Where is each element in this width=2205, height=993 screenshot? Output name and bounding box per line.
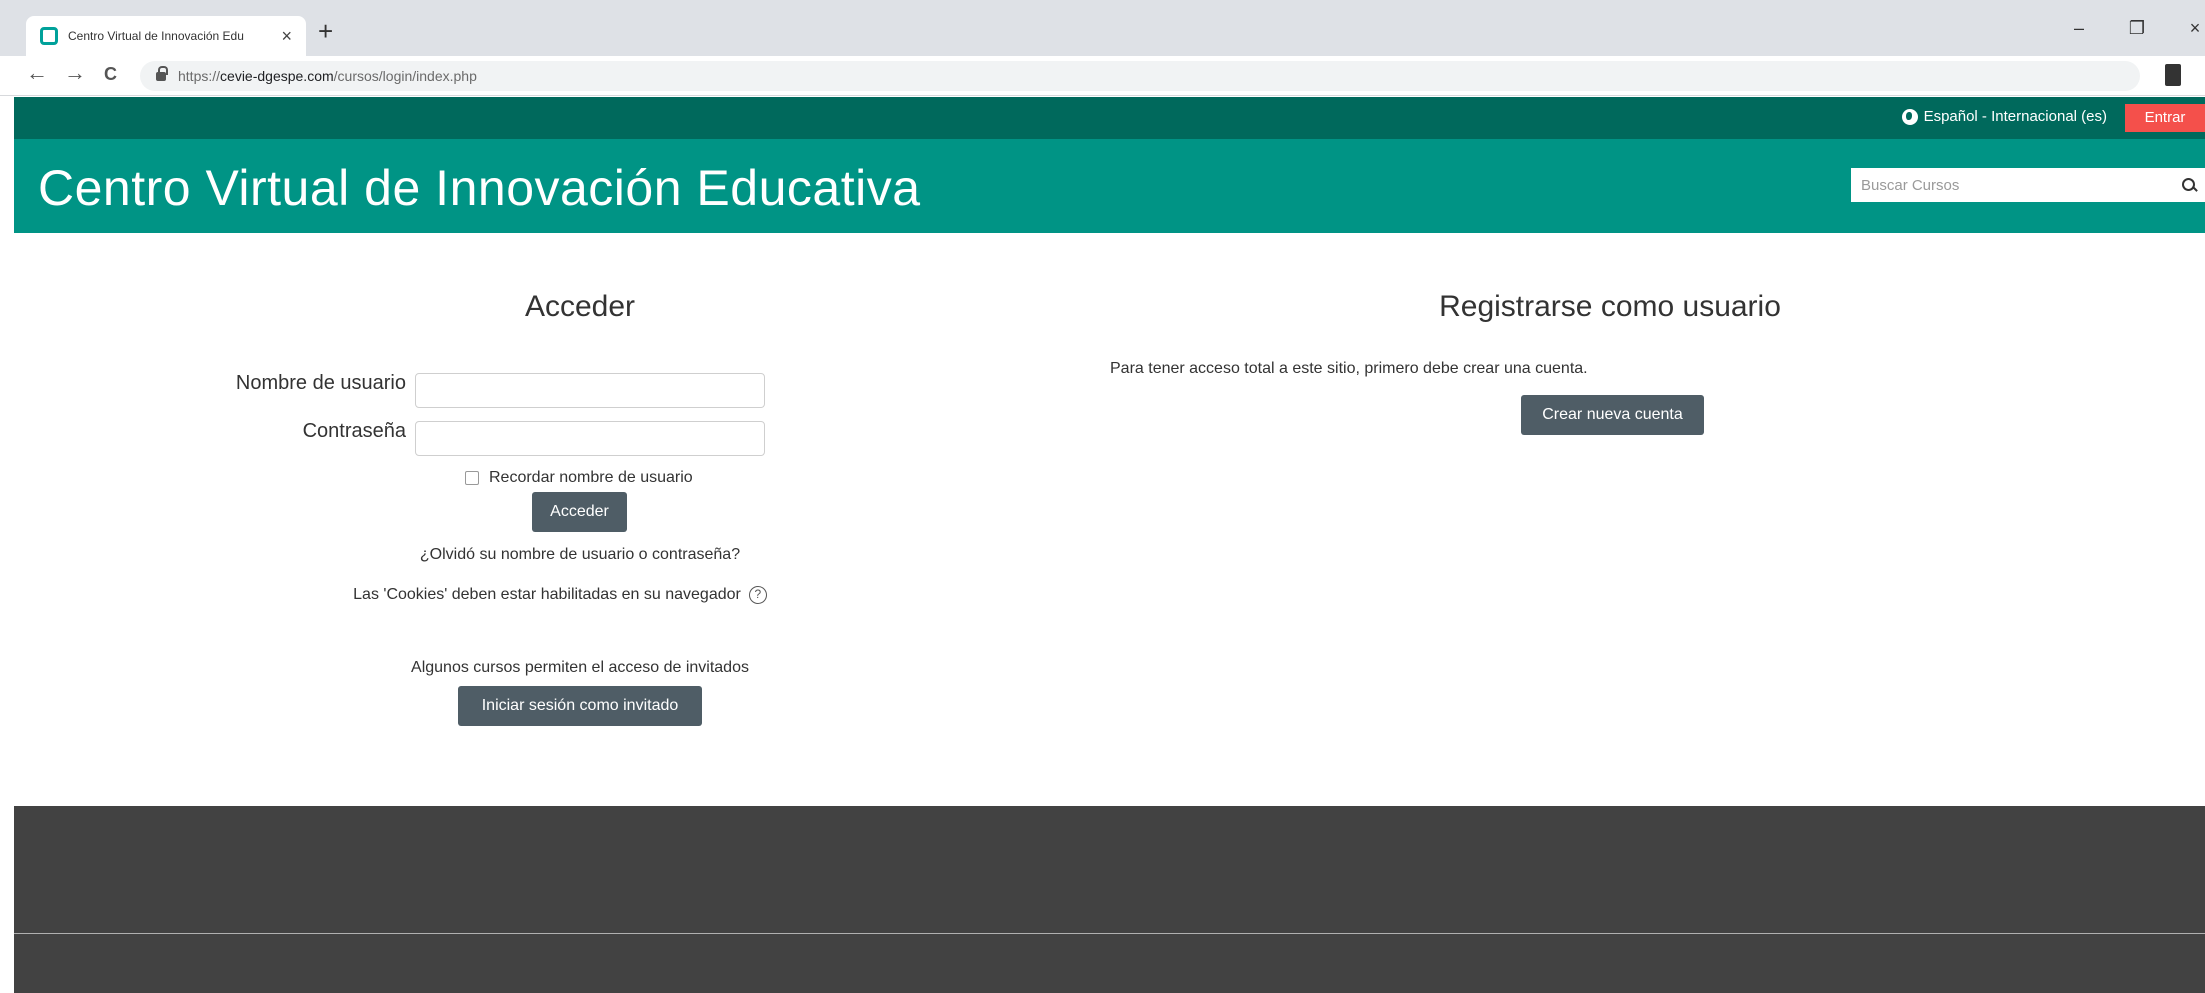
tab-close-icon[interactable]: × xyxy=(281,27,292,45)
tab-strip: Centro Virtual de Innovación Edu × + – ❐… xyxy=(0,0,2205,56)
remember-checkbox[interactable] xyxy=(465,471,479,485)
footer-bottom xyxy=(14,934,2205,993)
site-top-bar: Español - Internacional (es) Entrar xyxy=(14,97,2205,139)
address-bar[interactable]: https://cevie-dgespe.com/cursos/login/in… xyxy=(140,61,2140,91)
create-account-button[interactable]: Crear nueva cuenta xyxy=(1521,395,1704,435)
guest-access-note: Algunos cursos permiten el acceso de inv… xyxy=(411,659,749,676)
url-scheme: https:// xyxy=(178,68,221,84)
login-link-button[interactable]: Entrar xyxy=(2125,104,2205,132)
window-controls: – ❐ × xyxy=(2069,18,2205,39)
page-gutter xyxy=(0,97,14,993)
course-search-input[interactable] xyxy=(1861,176,2171,194)
forward-arrow-icon[interactable]: → xyxy=(64,62,86,84)
cookies-text: Las 'Cookies' deben estar habilitadas en… xyxy=(353,586,741,604)
reload-icon[interactable]: C xyxy=(104,65,117,83)
site-title[interactable]: Centro Virtual de Innovación Educativa xyxy=(38,159,921,217)
username-label: Nombre de usuario xyxy=(235,372,406,394)
help-icon[interactable]: ? xyxy=(748,586,767,604)
browser-tab[interactable]: Centro Virtual de Innovación Edu × xyxy=(26,16,306,56)
tab-title: Centro Virtual de Innovación Edu xyxy=(68,29,244,43)
search-icon[interactable] xyxy=(2171,168,2205,202)
password-label: Contraseña xyxy=(302,420,406,442)
back-arrow-icon[interactable]: ← xyxy=(26,62,48,84)
url-path: /cursos/login/index.php xyxy=(333,68,477,84)
browser-window: Centro Virtual de Innovación Edu × + – ❐… xyxy=(0,0,2205,993)
extension-icon[interactable] xyxy=(2165,64,2181,86)
url-host: cevie-dgespe.com xyxy=(220,68,334,84)
footer xyxy=(14,806,2205,933)
register-text: Para tener acceso total a este sitio, pr… xyxy=(1110,360,1588,377)
remember-label: Recordar nombre de usuario xyxy=(489,469,693,486)
browser-toolbar: ← → C https://cevie-dgespe.com/cursos/lo… xyxy=(0,56,2205,96)
site-header: Centro Virtual de Innovación Educativa xyxy=(14,139,2205,233)
login-submit-button[interactable]: Acceder xyxy=(532,492,627,532)
globe-icon xyxy=(1901,108,1918,125)
password-field[interactable] xyxy=(415,421,765,456)
language-menu[interactable]: Español - Internacional (es) xyxy=(1901,108,2107,125)
forgot-password-link[interactable]: ¿Olvidó su nombre de usuario o contraseñ… xyxy=(330,546,830,564)
language-label: Español - Internacional (es) xyxy=(1923,108,2107,125)
lock-icon xyxy=(156,65,168,81)
new-tab-button[interactable]: + xyxy=(318,18,333,44)
cookies-notice: Las 'Cookies' deben estar habilitadas en… xyxy=(280,586,840,604)
minimize-icon[interactable]: – xyxy=(2069,18,2089,39)
restore-icon[interactable]: ❐ xyxy=(2127,18,2147,39)
register-heading: Registrarse como usuario xyxy=(1439,290,1781,323)
site-favicon-icon xyxy=(40,27,58,45)
login-heading: Acceder xyxy=(524,290,636,323)
username-field[interactable] xyxy=(415,373,765,408)
close-window-icon[interactable]: × xyxy=(2185,18,2205,39)
remember-username[interactable]: Recordar nombre de usuario xyxy=(465,469,693,487)
course-search xyxy=(1851,168,2205,202)
guest-login-button[interactable]: Iniciar sesión como invitado xyxy=(458,686,702,726)
